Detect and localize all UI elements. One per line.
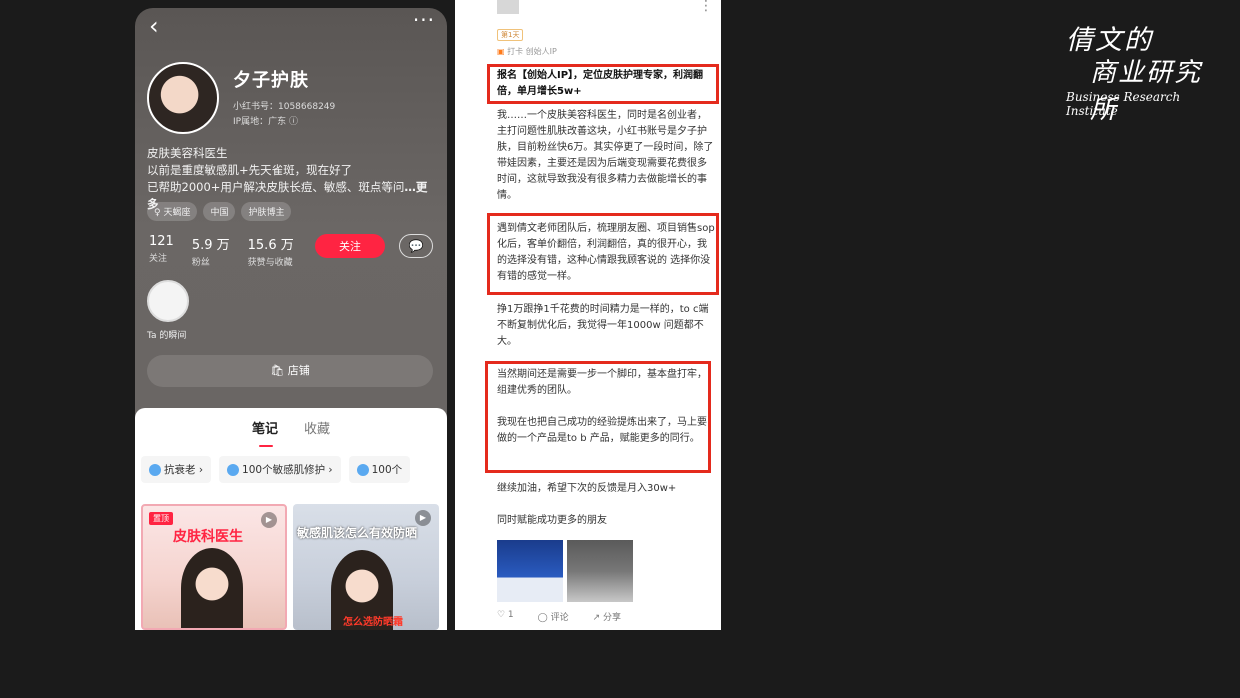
checkin-tag: ▣ 打卡 创始人IP: [497, 47, 557, 56]
more-vertical-icon[interactable]: ⋮: [699, 0, 713, 14]
post-paragraph: 同时赋能成功更多的朋友: [497, 515, 607, 526]
post-paragraph: 挣1万跟挣1千花费的时间精力是一样的，to c端不断复制优化后，我觉得一年100…: [497, 304, 709, 347]
top-bar: ‹ ···: [145, 8, 437, 40]
chip-anti-aging[interactable]: 抗衰老 ›: [141, 456, 212, 483]
bio-line: 以前是重度敏感肌+先天雀斑，现在好了: [147, 163, 353, 177]
chip-more[interactable]: 100个: [348, 456, 411, 483]
profile-tabs: 笔记 收藏: [135, 418, 447, 447]
profile-stats: 121 关注 5.9 万 粉丝 15.6 万 获赞与收藏: [149, 234, 294, 268]
play-icon: ▶: [415, 510, 431, 526]
tab-notes[interactable]: 笔记: [252, 418, 278, 447]
note-card[interactable]: 敏感肌该怎么有效防晒 ▶ 怎么选防晒霜: [293, 504, 439, 630]
highlight-box: [485, 361, 711, 473]
like-button[interactable]: ♡ 1: [497, 610, 514, 623]
follow-button[interactable]: 关注: [315, 234, 385, 258]
comment-button[interactable]: ◯ 评论: [538, 610, 569, 623]
tab-collections[interactable]: 收藏: [304, 418, 330, 442]
collection-chips: 抗衰老 › 100个敏感肌修护 › 100个: [141, 456, 411, 483]
post-paragraph: 继续加油，希望下次的反馈是月入30w+: [497, 483, 677, 494]
post-image-thumb[interactable]: [497, 0, 519, 14]
post-image[interactable]: [567, 540, 633, 602]
moment-thumbnail[interactable]: [147, 280, 189, 322]
card-title: 皮肤科医生: [173, 529, 243, 545]
chip-sensitive-skin[interactable]: 100个敏感肌修护 ›: [219, 456, 341, 483]
tag-category: 护肤博主: [241, 202, 292, 221]
highlight-box: [487, 213, 719, 295]
highlight-box: [487, 64, 719, 104]
message-button[interactable]: 💬: [399, 234, 433, 258]
ip-location: IP属地：广东 ⓘ: [233, 117, 298, 127]
moment-label: Ta 的瞬间: [147, 331, 187, 341]
day-badge: 第1天: [497, 29, 524, 41]
post-screen: ⋮ 第1天 ▣ 打卡 创始人IP 报名【创始人IP】，定位皮肤护理专家，利润翻倍…: [455, 0, 721, 630]
chevron-left-icon[interactable]: ‹: [149, 12, 159, 40]
pinned-badge: 置顶: [149, 512, 173, 525]
profile-screen: ‹ ··· 夕子护肤 小红书号：1058668249 IP属地：广东 ⓘ 皮肤美…: [135, 8, 447, 630]
stat-followers[interactable]: 5.9 万 粉丝: [192, 234, 230, 268]
brand-logo: 倩文的 商业研究所 Business Research Institute: [1064, 18, 1224, 125]
post-actions: ♡ 1 ◯ 评论 ↗ 分享: [497, 610, 621, 623]
post-image[interactable]: [497, 540, 563, 602]
store-icon: 🛍: [270, 364, 285, 377]
calendar-icon: ▣: [497, 47, 505, 56]
notes-panel: 笔记 收藏 抗衰老 › 100个敏感肌修护 › 100个 置顶 皮肤科医生 ▶ …: [135, 408, 447, 630]
chat-bubble-icon: 💬: [408, 239, 424, 253]
collection-icon: [149, 464, 161, 476]
card-subtitle: 怎么选防晒霜: [343, 617, 403, 628]
card-title: 敏感肌该怎么有效防晒: [297, 526, 418, 540]
xhs-id: 小红书号：1058668249: [233, 102, 336, 112]
share-button[interactable]: ↗ 分享: [593, 610, 621, 623]
store-button[interactable]: 🛍 店铺: [147, 355, 433, 387]
tag-country: 中国: [203, 202, 236, 221]
play-icon: ▶: [261, 512, 277, 528]
collection-icon: [356, 464, 369, 476]
brand-tagline: Business Research Institute: [1066, 90, 1181, 118]
profile-name: 夕子护肤: [233, 70, 309, 91]
avatar[interactable]: [147, 62, 219, 134]
card-photo: [181, 548, 243, 628]
collection-icon: [227, 464, 240, 476]
post-paragraph: 我……一个皮肤美容科医生，同时是名创业者，主打问题性肌肤改善这块，小红书账号是夕…: [497, 110, 714, 201]
note-card[interactable]: 置顶 皮肤科医生 ▶: [141, 504, 287, 630]
tag-zodiac: ♀ 天蝎座: [147, 202, 198, 221]
bio-line: 皮肤美容科医生: [147, 146, 228, 160]
profile-tags: ♀ 天蝎座 中国 护肤博主: [147, 202, 292, 221]
stat-following[interactable]: 121 关注: [149, 234, 174, 268]
post-images: [497, 540, 633, 602]
stat-likes[interactable]: 15.6 万 获赞与收藏: [248, 234, 294, 268]
more-horizontal-icon[interactable]: ···: [413, 8, 435, 32]
